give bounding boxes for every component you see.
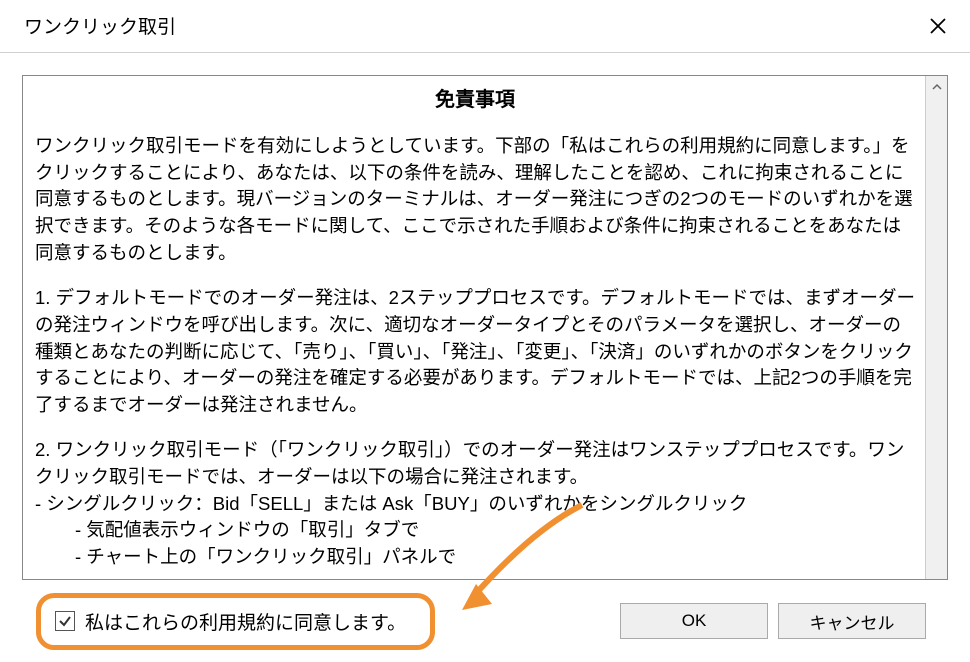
chevron-up-icon <box>932 82 942 92</box>
p3-line-b: - シングルクリック：Bid「SELL」または Ask「BUY」のいずれかをシン… <box>35 491 915 518</box>
close-button[interactable] <box>918 6 958 46</box>
agree-checkbox[interactable] <box>55 611 75 631</box>
content-area: 免責事項 ワンクリック取引モードを有効にしようとしています。下部の「私はこれらの… <box>0 53 970 662</box>
scroll-up-button[interactable] <box>926 76 947 98</box>
button-row: OK キャンセル <box>620 603 926 639</box>
checkmark-icon <box>58 614 72 628</box>
disclaimer-p3: 2. ワンクリック取引モード（「ワンクリック取引」）でのオーダー発注はワンステッ… <box>35 437 915 571</box>
dialog-window: ワンクリック取引 免責事項 ワンクリック取引モードを有効にしようとしています。下… <box>0 0 970 662</box>
disclaimer-p2: 1. デフォルトモードでのオーダー発注は、2ステッププロセスです。デフォルトモー… <box>35 285 915 419</box>
scrollbar[interactable] <box>925 76 947 579</box>
disclaimer-heading: 免責事項 <box>35 86 915 115</box>
p3-line-c: - 気配値表示ウィンドウの「取引」タブで <box>35 517 915 544</box>
footer: 私はこれらの利用規約に同意します。 OK キャンセル <box>22 580 948 662</box>
window-title: ワンクリック取引 <box>24 12 176 39</box>
agree-highlight-box: 私はこれらの利用規約に同意します。 <box>36 593 435 650</box>
close-icon <box>929 17 947 35</box>
p3-line-a: 2. ワンクリック取引モード（「ワンクリック取引」）でのオーダー発注はワンステッ… <box>35 437 915 491</box>
disclaimer-text: 免責事項 ワンクリック取引モードを有効にしようとしています。下部の「私はこれらの… <box>23 76 925 579</box>
cancel-button[interactable]: キャンセル <box>778 603 926 639</box>
ok-button[interactable]: OK <box>620 603 768 639</box>
agree-label: 私はこれらの利用規約に同意します。 <box>85 608 406 635</box>
disclaimer-p1: ワンクリック取引モードを有効にしようとしています。下部の「私はこれらの利用規約に… <box>35 133 915 267</box>
p3-line-d: - チャート上の「ワンクリック取引」パネルで <box>35 544 915 571</box>
disclaimer-panel: 免責事項 ワンクリック取引モードを有効にしようとしています。下部の「私はこれらの… <box>22 75 948 580</box>
titlebar: ワンクリック取引 <box>0 0 970 53</box>
